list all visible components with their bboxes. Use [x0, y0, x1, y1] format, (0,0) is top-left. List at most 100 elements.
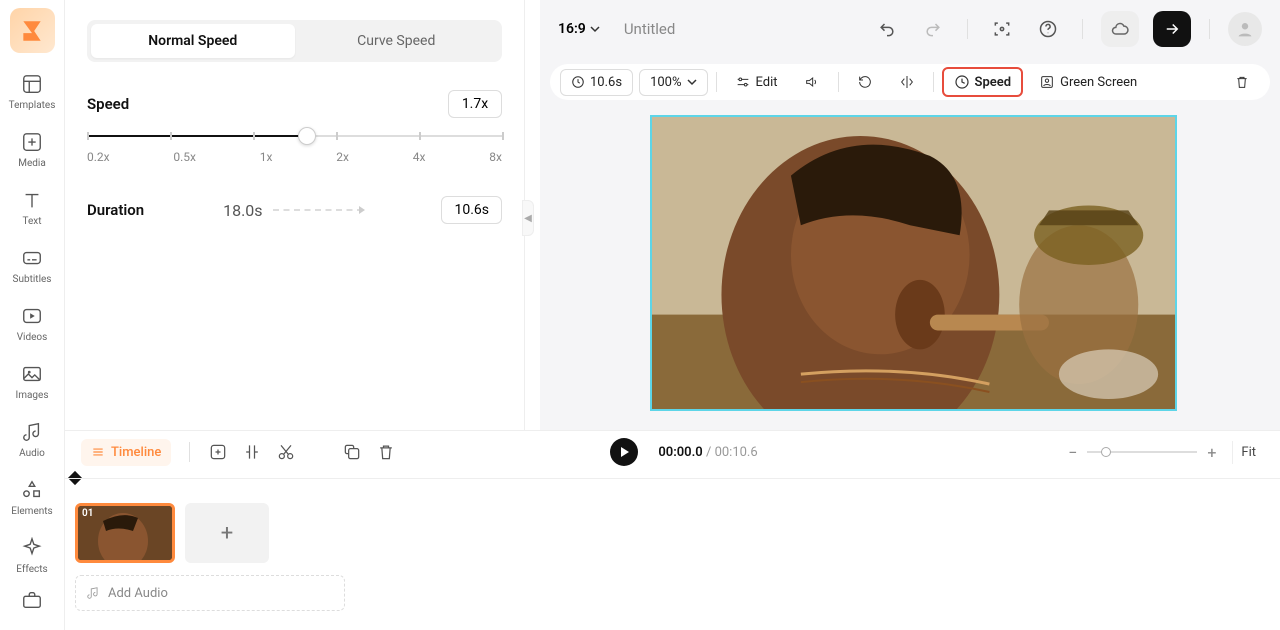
- nav-label: Videos: [17, 332, 48, 343]
- video-frame: [652, 117, 1175, 409]
- volume-icon: [804, 74, 820, 90]
- nav-label: Audio: [19, 448, 45, 459]
- duration-to: 10.6s: [441, 196, 502, 224]
- timeline-chip[interactable]: Timeline: [81, 439, 171, 466]
- app-logo[interactable]: [10, 8, 55, 53]
- effects-icon: [21, 537, 43, 559]
- green-screen-icon: [1039, 74, 1055, 90]
- videos-icon: [21, 305, 43, 327]
- add-audio-track[interactable]: Add Audio: [75, 575, 345, 611]
- duration-label: Duration: [87, 201, 144, 219]
- timeline-ruler[interactable]: [65, 478, 1280, 479]
- delete-button[interactable]: [1224, 69, 1260, 95]
- avatar-icon: [1234, 18, 1256, 40]
- chevron-down-icon: [687, 77, 697, 87]
- copy-icon[interactable]: [342, 442, 362, 462]
- nav-label: Images: [15, 390, 48, 401]
- tick-label: 8x: [489, 150, 502, 164]
- flip-icon: [899, 74, 915, 90]
- help-button[interactable]: [1032, 13, 1064, 45]
- subtitles-icon: [21, 247, 43, 269]
- images-icon: [21, 363, 43, 385]
- zoom-dropdown[interactable]: 100%: [639, 69, 707, 96]
- nav-effects[interactable]: Effects: [16, 537, 47, 575]
- add-icon[interactable]: [208, 442, 228, 462]
- zoom-in-button[interactable]: +: [1207, 443, 1216, 462]
- nav-label: Templates: [9, 100, 56, 111]
- speed-button[interactable]: Speed: [942, 67, 1024, 97]
- export-button[interactable]: [1153, 11, 1191, 47]
- templates-icon: [21, 73, 43, 95]
- nav-subtitles[interactable]: Subtitles: [13, 247, 52, 285]
- cut-icon[interactable]: [276, 442, 296, 462]
- speed-value[interactable]: 1.7x: [448, 90, 502, 118]
- speed-icon: [954, 74, 970, 90]
- tab-normal-speed[interactable]: Normal Speed: [91, 24, 295, 58]
- duration-from: 18.0s: [223, 201, 262, 220]
- undo-button[interactable]: [871, 13, 903, 45]
- project-title[interactable]: Untitled: [624, 20, 676, 38]
- left-sidebar: Templates Media Text Subtitles Videos Im…: [0, 0, 65, 630]
- clock-icon: [571, 75, 585, 89]
- nav-media[interactable]: Media: [18, 131, 46, 169]
- current-time: 00:00.0: [658, 445, 702, 460]
- flip-button[interactable]: [889, 69, 925, 95]
- split-icon[interactable]: [242, 442, 262, 462]
- trash-icon: [1234, 74, 1250, 90]
- play-button[interactable]: [610, 438, 638, 466]
- speed-label: Speed: [87, 95, 129, 113]
- tick-label: 1x: [260, 150, 273, 164]
- nav-audio[interactable]: Audio: [19, 421, 45, 459]
- header-bar: 16:9 Untitled: [540, 0, 1280, 58]
- nav-elements[interactable]: Elements: [11, 479, 52, 517]
- volume-button[interactable]: [794, 69, 830, 95]
- add-clip-button[interactable]: +: [185, 503, 269, 563]
- video-clip[interactable]: 01: [75, 503, 175, 563]
- aspect-ratio-dropdown[interactable]: 16:9: [558, 21, 600, 37]
- nav-label: Subtitles: [13, 274, 52, 285]
- nav-label: Elements: [11, 506, 52, 517]
- rotate-icon: [857, 74, 873, 90]
- slider-thumb[interactable]: [298, 127, 316, 145]
- nav-images[interactable]: Images: [15, 363, 48, 401]
- preview-canvas[interactable]: [650, 115, 1177, 411]
- cloud-icon: [1110, 19, 1130, 39]
- nav-more[interactable]: [21, 589, 43, 611]
- timeline-area: Timeline 00:00.0 / 00:10.6 − + Fit: [65, 430, 1280, 630]
- nav-templates[interactable]: Templates: [9, 73, 56, 111]
- user-avatar[interactable]: [1228, 12, 1262, 46]
- edit-button[interactable]: Edit: [725, 69, 788, 95]
- logo-icon: [19, 18, 45, 44]
- tick-label: 0.5x: [173, 150, 196, 164]
- preview-area: 16:9 Untitled 10.6s 100% Edit: [540, 0, 1280, 430]
- clip-toolbar: 10.6s 100% Edit Speed Green Screen: [550, 64, 1270, 100]
- clip-duration[interactable]: 10.6s: [560, 69, 633, 96]
- audio-icon: [21, 421, 43, 443]
- tick-label: 2x: [336, 150, 349, 164]
- green-screen-button[interactable]: Green Screen: [1029, 69, 1147, 95]
- media-icon: [21, 131, 43, 153]
- collapse-panel-button[interactable]: ◀: [522, 200, 534, 236]
- speed-tabs: Normal Speed Curve Speed: [87, 20, 502, 62]
- fit-button[interactable]: Fit: [1232, 441, 1264, 464]
- speed-slider[interactable]: 0.2x 0.5x 1x 2x 4x 8x: [87, 128, 502, 164]
- timeline-toolbar: Timeline 00:00.0 / 00:10.6 − + Fit: [65, 431, 1280, 473]
- arrow-icon: [273, 209, 363, 211]
- capture-button[interactable]: [986, 13, 1018, 45]
- nav-label: Text: [22, 216, 41, 227]
- aspect-value: 16:9: [558, 21, 586, 37]
- redo-button[interactable]: [917, 13, 949, 45]
- nav-videos[interactable]: Videos: [17, 305, 48, 343]
- clip-number: 01: [82, 508, 93, 519]
- nav-label: Effects: [16, 564, 47, 575]
- cloud-save-button[interactable]: [1101, 11, 1139, 47]
- chevron-down-icon: [590, 24, 600, 34]
- rotate-button[interactable]: [847, 69, 883, 95]
- zoom-out-button[interactable]: −: [1068, 443, 1077, 462]
- tab-curve-speed[interactable]: Curve Speed: [295, 24, 499, 58]
- trash-icon[interactable]: [376, 442, 396, 462]
- nav-text[interactable]: Text: [21, 189, 43, 227]
- help-icon: [1038, 19, 1058, 39]
- play-icon: [618, 446, 630, 458]
- zoom-slider[interactable]: [1087, 451, 1197, 453]
